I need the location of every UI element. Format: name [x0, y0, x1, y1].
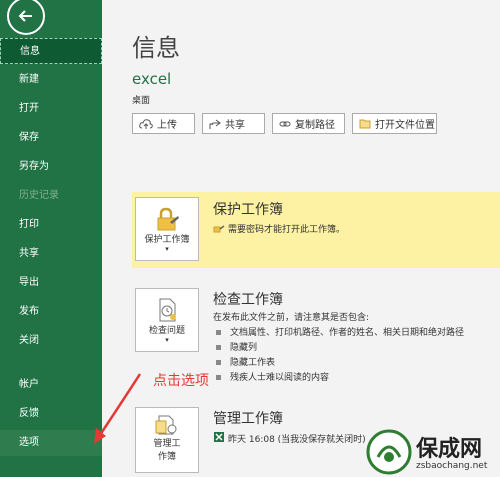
inspect-bullet-hidden-sheets: 隐藏工作表 [216, 355, 275, 368]
upload-button[interactable]: 上传 [132, 113, 195, 134]
manage-workbook-desc: 昨天 16:08 (当我没保存就关闭时) [228, 435, 366, 445]
inspect-workbook-title: 检查工作簿 [213, 292, 283, 308]
inspect-workbook-section: 检查问题 ▾ 检查工作簿 在发布此文件之前，请注意其是否包含: 文档属性、打印机… [132, 283, 500, 383]
file-name: excel [132, 70, 172, 88]
inspect-workbook-desc: 在发布此文件之前，请注意其是否包含: [213, 313, 370, 323]
link-icon [279, 121, 291, 126]
sidebar-item-new[interactable]: 新建 [0, 67, 102, 93]
sidebar-item-options[interactable]: 选项 [0, 430, 102, 456]
sidebar-item-share[interactable]: 共享 [0, 241, 102, 267]
share-label: 共享 [225, 120, 245, 131]
lock-icon [157, 207, 179, 231]
manage-workbook-label-line1: 管理工 [153, 439, 181, 449]
copy-path-button[interactable]: 复制路径 [272, 113, 345, 134]
inspect-problems-button[interactable]: 检查问题 ▾ [135, 288, 199, 352]
protect-workbook-desc: 需要密码才能打开此工作簿。 [228, 225, 346, 235]
folder-icon [359, 119, 371, 129]
inspect-bullet-hidden-columns: 隐藏列 [216, 340, 257, 353]
inspect-problems-label: 检查问题 [148, 326, 185, 336]
sidebar-item-close[interactable]: 关闭 [0, 328, 102, 354]
share-icon [209, 119, 221, 129]
sidebar-item-print[interactable]: 打印 [0, 212, 102, 238]
watermark: 保成网 zsbaochang.net [366, 425, 500, 477]
file-location: 桌面 [132, 96, 151, 106]
annotation-arrow [94, 373, 142, 444]
sidebar-item-account[interactable]: 帐户 [0, 372, 102, 398]
excel-file-icon [214, 432, 224, 442]
sidebar-item-publish[interactable]: 发布 [0, 299, 102, 325]
protect-workbook-title: 保护工作簿 [213, 202, 283, 218]
cloud-upload-icon [139, 118, 153, 129]
chevron-down-icon: ▾ [165, 245, 169, 253]
protect-workbook-section: 保护工作簿 ▾ 保护工作簿 需要密码才能打开此工作簿。 [132, 192, 500, 268]
copy-path-label: 复制路径 [295, 120, 335, 131]
sidebar-item-info[interactable]: 信息 [0, 38, 102, 64]
sidebar-item-save-as[interactable]: 另存为 [0, 154, 102, 180]
sidebar-item-open[interactable]: 打开 [0, 96, 102, 122]
annotation-text: 点击选项 [153, 373, 209, 389]
manage-workbook-title: 管理工作簿 [213, 411, 283, 427]
protect-workbook-button[interactable]: 保护工作簿 ▾ [135, 197, 199, 261]
key-lock-icon [213, 225, 225, 233]
sidebar: 信息 新建 打开 保存 另存为 历史记录 打印 共享 导出 发布 关闭 帐户 反… [0, 0, 102, 477]
back-arrow-icon [18, 10, 32, 22]
chevron-down-icon: ▾ [165, 336, 169, 344]
sidebar-item-history: 历史记录 [19, 190, 59, 201]
inspect-bullet-properties: 文档属性、打印机路径、作者的姓名、相关日期和绝对路径 [216, 325, 464, 338]
open-file-location-button[interactable]: 打开文件位置 [352, 113, 437, 134]
inspect-bullet-accessibility: 残疾人士难以阅读的内容 [216, 370, 329, 383]
open-file-location-label: 打开文件位置 [375, 120, 435, 131]
sidebar-item-save[interactable]: 保存 [0, 125, 102, 151]
page-title: 信息 [132, 34, 180, 62]
manage-workbook-icon [155, 415, 177, 435]
upload-label: 上传 [157, 120, 177, 131]
watermark-logo-icon [366, 429, 412, 475]
protect-workbook-button-label: 保护工作簿 [144, 235, 190, 245]
inspect-document-icon [159, 298, 176, 322]
manage-workbook-label-line2: 作簿 [157, 452, 176, 462]
sidebar-item-feedback[interactable]: 反馈 [0, 401, 102, 427]
watermark-text: 保成网 [416, 437, 483, 462]
sidebar-item-export[interactable]: 导出 [0, 270, 102, 296]
watermark-url: zsbaochang.net [416, 461, 488, 471]
back-button[interactable] [7, 0, 45, 35]
share-button[interactable]: 共享 [202, 113, 265, 134]
main-panel: 信息 excel 桌面 上传 共享 复制路径 打开文件位置 保护工作簿 ▾ 保护… [102, 0, 500, 477]
